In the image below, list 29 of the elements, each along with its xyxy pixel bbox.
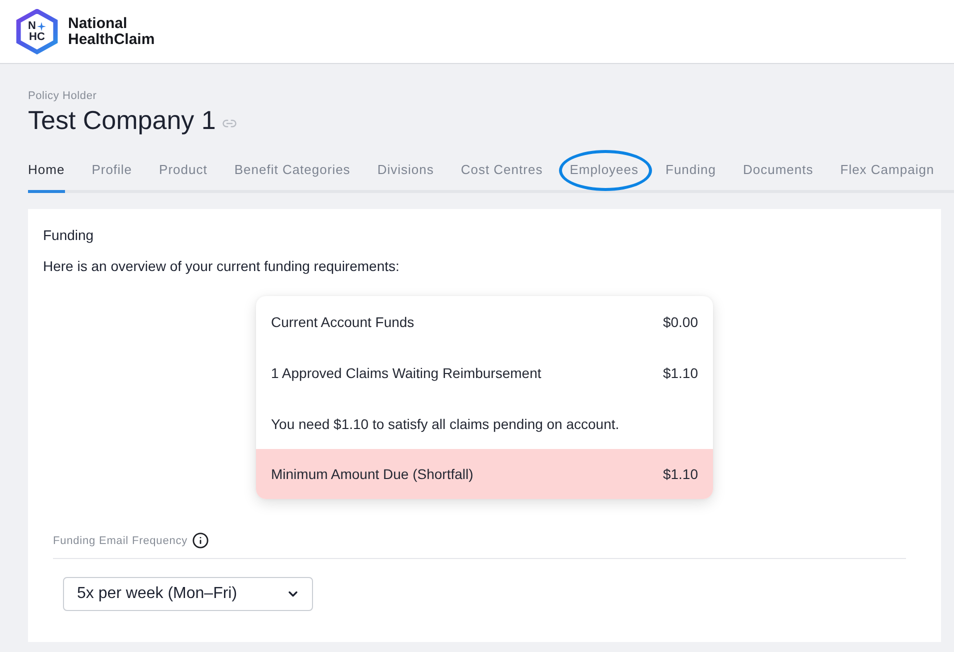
info-icon[interactable]	[192, 532, 209, 549]
page-eyebrow: Policy Holder	[28, 89, 97, 103]
summary-label: Current Account Funds	[271, 312, 414, 330]
nav-tab[interactable]: Profile	[92, 155, 132, 193]
nav-tab[interactable]: Documents	[743, 155, 814, 193]
logo-letters: N	[28, 20, 36, 32]
nav-tab[interactable]: Funding	[666, 155, 716, 193]
shortfall-amount: $1.10	[662, 465, 698, 483]
nav-tab[interactable]: Flex Campaign	[840, 155, 934, 193]
card-title: Funding	[43, 226, 94, 244]
summary-label: 1 Approved Claims Waiting Reimbursement	[271, 364, 542, 382]
nav-tab[interactable]: Employees	[570, 155, 639, 193]
nav-tab[interactable]: Divisions	[377, 155, 434, 193]
field-label: Funding Email Frequency	[53, 534, 188, 548]
summary-amount: $1.10	[662, 364, 698, 382]
page-title: Test Company 1	[28, 105, 216, 135]
shortfall-label: Minimum Amount Due (Shortfall)	[271, 465, 474, 483]
brand-name: HealthClaim	[68, 32, 155, 48]
nav-tab[interactable]: Product	[159, 155, 208, 193]
frequency-select[interactable]: 5x per week (Mon–Fri)	[63, 577, 313, 611]
nav-tab[interactable]: Cost Centres	[460, 155, 543, 193]
logo-letters: HC	[29, 32, 45, 42]
nav-tab[interactable]: Benefit Categories	[234, 155, 350, 193]
nav-tab[interactable]: Home	[28, 155, 65, 193]
brand-name: National	[68, 16, 128, 32]
summary-note: You need $1.10 to satisfy all claims pending on account.	[271, 414, 620, 432]
sparkle-icon	[36, 22, 46, 30]
summary-amount: $0.00	[662, 312, 698, 330]
card-intro: Here is an overview of your current funding requirements:	[43, 257, 400, 275]
